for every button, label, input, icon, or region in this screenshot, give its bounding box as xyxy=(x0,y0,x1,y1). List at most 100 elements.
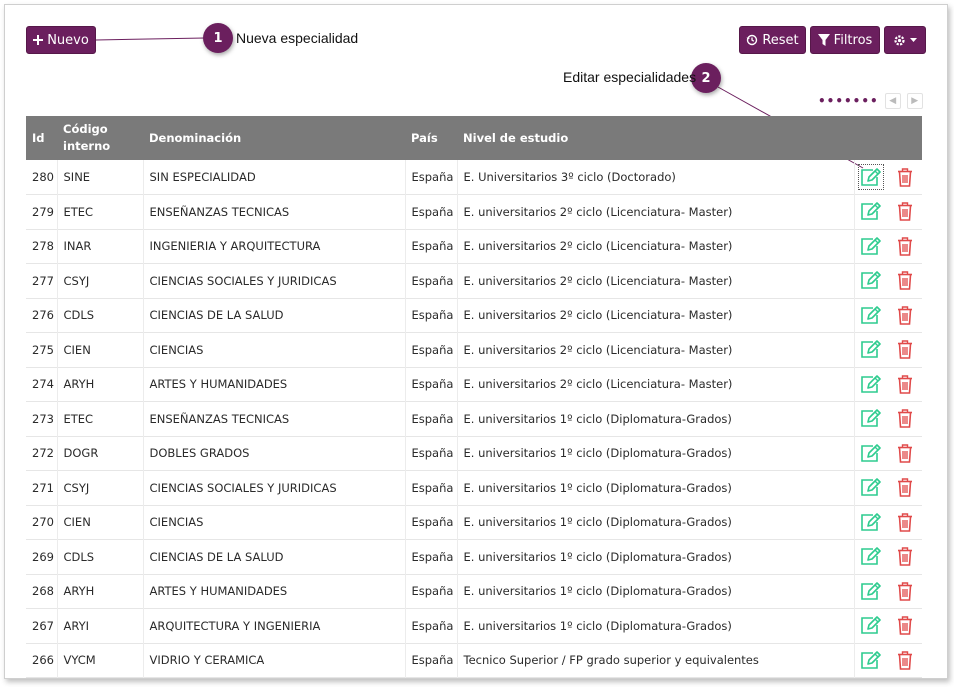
delete-button[interactable] xyxy=(892,337,918,363)
edit-button[interactable] xyxy=(858,613,884,639)
edit-icon xyxy=(861,581,882,600)
reset-button-label: Reset xyxy=(762,32,799,48)
edit-button[interactable] xyxy=(858,199,884,225)
filters-button[interactable]: Filtros xyxy=(810,26,880,54)
cell-code: SINE xyxy=(57,160,144,195)
edit-button[interactable] xyxy=(858,475,884,501)
cell-id: 275 xyxy=(26,332,58,367)
trash-icon xyxy=(897,616,912,636)
edit-button[interactable] xyxy=(858,544,884,570)
header-id[interactable]: Id xyxy=(26,116,57,160)
page-frame: Nuevo 1 Nueva especialidad Reset Filtros… xyxy=(4,4,948,679)
cell-code: CDLS xyxy=(57,539,144,574)
cell-name: ENSEÑANZAS TECNICAS xyxy=(143,401,406,436)
cell-delete xyxy=(887,367,922,402)
table-row: 270 CIEN CIENCIAS España E. universitari… xyxy=(26,505,922,540)
table-row: 267 ARYI ARQUITECTURA Y INGENIERIA Españ… xyxy=(26,608,922,644)
edit-button[interactable] xyxy=(857,164,884,190)
cell-id: 276 xyxy=(26,298,58,333)
cell-level: E. universitarios 1º ciclo (Diplomatura-… xyxy=(457,505,855,540)
trash-icon xyxy=(897,375,912,394)
delete-button[interactable] xyxy=(892,164,918,190)
edit-button[interactable] xyxy=(858,302,884,328)
cell-country: España xyxy=(405,436,458,471)
delete-button[interactable] xyxy=(892,406,918,432)
cell-country: España xyxy=(405,332,458,367)
delete-button[interactable] xyxy=(892,509,918,535)
cell-country: España xyxy=(405,160,458,195)
edit-button[interactable] xyxy=(858,406,884,432)
edit-button[interactable] xyxy=(858,578,884,604)
cell-edit xyxy=(854,609,887,644)
cell-delete xyxy=(887,609,922,644)
cell-edit xyxy=(854,160,887,195)
prev-page-button[interactable]: ◀ xyxy=(884,93,901,109)
edit-button[interactable] xyxy=(858,647,884,673)
cell-delete xyxy=(887,402,922,437)
trash-icon xyxy=(897,271,912,291)
filter-icon xyxy=(817,34,830,46)
cell-name: INGENIERIA Y ARQUITECTURA xyxy=(143,229,406,264)
cell-code: INAR xyxy=(57,229,144,264)
delete-button[interactable] xyxy=(892,371,918,397)
delete-button[interactable] xyxy=(892,199,918,225)
cell-delete xyxy=(887,643,922,678)
cell-name: CIENCIAS xyxy=(143,505,406,540)
delete-button[interactable] xyxy=(892,302,918,328)
delete-button[interactable] xyxy=(892,544,918,570)
edit-button[interactable] xyxy=(858,371,884,397)
cell-id: 271 xyxy=(26,470,58,505)
edit-icon xyxy=(861,167,882,186)
table-row: 272 DOGR DOBLES GRADOS España E. univers… xyxy=(26,436,922,471)
cell-delete xyxy=(887,298,922,333)
delete-button[interactable] xyxy=(892,268,918,294)
delete-button[interactable] xyxy=(892,613,918,639)
cell-edit xyxy=(854,436,887,471)
cell-level: E. universitarios 2º ciclo (Licenciatura… xyxy=(457,263,855,298)
reset-button[interactable]: Reset xyxy=(739,26,806,54)
edit-button[interactable] xyxy=(858,337,884,363)
delete-button[interactable] xyxy=(892,578,918,604)
cell-delete xyxy=(887,436,922,471)
delete-button[interactable] xyxy=(892,233,918,259)
cell-country: España xyxy=(405,229,458,264)
header-level[interactable]: Nivel de estudio xyxy=(457,116,854,160)
header-country[interactable]: País xyxy=(405,116,457,160)
edit-button[interactable] xyxy=(858,440,884,466)
edit-icon xyxy=(861,374,882,393)
cell-id: 280 xyxy=(26,160,58,195)
trash-icon xyxy=(897,167,912,187)
cell-code: CSYJ xyxy=(57,263,144,298)
delete-button[interactable] xyxy=(892,647,918,673)
cell-id: 272 xyxy=(26,436,58,471)
edit-button[interactable] xyxy=(858,233,884,259)
table-row: 269 CDLS CIENCIAS DE LA SALUD España E. … xyxy=(26,539,922,574)
delete-button[interactable] xyxy=(892,440,918,466)
cell-code: ETEC xyxy=(57,194,144,229)
cell-level: E. universitarios 1º ciclo (Diplomatura-… xyxy=(457,574,855,609)
new-button[interactable]: Nuevo xyxy=(26,26,96,54)
edit-icon xyxy=(861,271,882,290)
edit-button[interactable] xyxy=(858,268,884,294)
specialties-table: Id Código interno Denominación País Nive… xyxy=(26,116,922,678)
cell-level: E. universitarios 2º ciclo (Licenciatura… xyxy=(457,298,855,333)
table-row: 275 CIEN CIENCIAS España E. universitari… xyxy=(26,332,922,367)
header-code[interactable]: Código interno xyxy=(57,116,143,160)
header-name[interactable]: Denominación xyxy=(143,116,405,160)
edit-button[interactable] xyxy=(858,509,884,535)
table-row: 279 ETEC ENSEÑANZAS TECNICAS España E. u… xyxy=(26,194,922,229)
cell-edit xyxy=(854,229,887,264)
next-page-button[interactable]: ▶ xyxy=(906,93,923,109)
cell-name: VIDRIO Y CERAMICA xyxy=(143,643,406,678)
cell-id: 278 xyxy=(26,229,58,264)
cell-code: ARYI xyxy=(57,608,144,643)
cell-country: España xyxy=(405,367,458,402)
settings-dropdown-button[interactable] xyxy=(884,26,926,54)
cell-country: España xyxy=(405,574,458,609)
delete-button[interactable] xyxy=(892,475,918,501)
trash-icon xyxy=(897,547,912,567)
cell-level: E. universitarios 1º ciclo (Diplomatura-… xyxy=(457,436,855,471)
cell-level: E. universitarios 2º ciclo (Licenciatura… xyxy=(457,194,855,229)
cell-level: E. universitarios 2º ciclo (Licenciatura… xyxy=(457,367,855,402)
cell-delete xyxy=(887,160,922,195)
